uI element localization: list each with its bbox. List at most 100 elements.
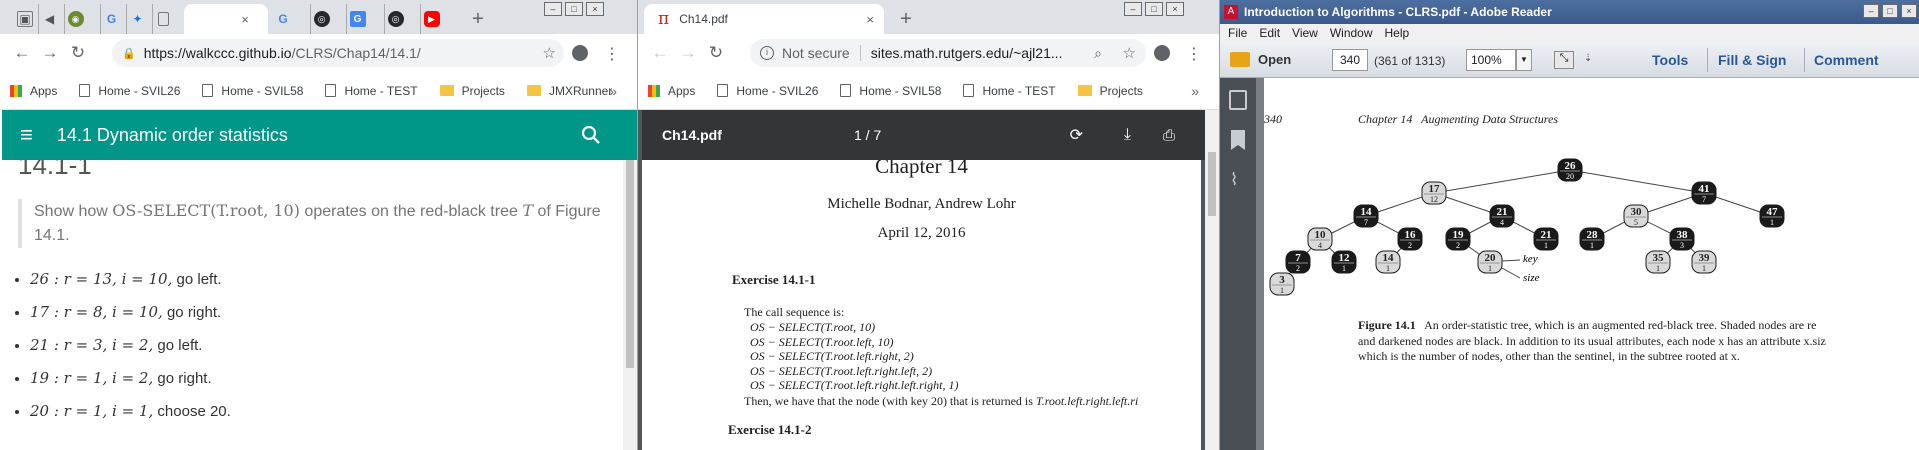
bookmark-test[interactable]: Home - TEST [963, 84, 1056, 98]
tab-2[interactable]: ◀ [38, 4, 60, 34]
tab-walkccc-active[interactable]: × [184, 4, 268, 34]
tab-8[interactable]: G [272, 4, 294, 34]
tree-node-key: 39 [1699, 252, 1711, 264]
youtube-favicon-icon: ▶ [423, 11, 440, 27]
bookmark-projects[interactable]: Projects [439, 84, 505, 98]
bookmark-test[interactable]: Home - TEST [325, 84, 418, 98]
back-arrow-icon[interactable]: ← [646, 43, 674, 63]
hamburger-menu-icon[interactable]: ≡ [20, 122, 33, 148]
address-bar[interactable]: i Not secure sites.math.rutgers.edu/~ajl… [750, 39, 1146, 67]
tab-3[interactable]: ◉ [64, 4, 86, 34]
minimize-icon[interactable]: – [1863, 4, 1879, 18]
tab-5[interactable]: ✦ [126, 4, 148, 34]
menu-view[interactable]: View [1292, 26, 1318, 40]
bookmark-jmxrunner[interactable]: JMXRunner [526, 84, 612, 98]
scrollbar-thumb[interactable] [1208, 152, 1216, 216]
menu-window[interactable]: Window [1330, 26, 1373, 40]
more-bookmarks-chevron[interactable]: » [609, 83, 617, 99]
minimize-icon[interactable]: – [1124, 2, 1142, 16]
bookmark-projects[interactable]: Projects [1077, 84, 1143, 98]
tree-node: 147 [1353, 204, 1379, 228]
new-tab-button[interactable]: + [894, 4, 918, 34]
page-number-input[interactable]: 340 [1332, 49, 1368, 71]
tree-node-key: 20 [1485, 252, 1497, 264]
tab-1[interactable]: ▣ [14, 4, 36, 34]
reload-icon[interactable]: ↻ [702, 43, 730, 63]
bookmark-apps[interactable]: Apps [10, 84, 57, 98]
rotate-icon[interactable]: ⟳ [1070, 125, 1083, 145]
caption-label: Figure 14.1 [1358, 318, 1416, 332]
bookmark-apps[interactable]: Apps [648, 84, 695, 98]
info-icon[interactable]: i [760, 46, 774, 60]
authors: Michelle Bodnar, Andrew Lohr [827, 196, 1016, 212]
menu-dots-icon[interactable]: ⋮ [602, 44, 622, 64]
zoom-input[interactable]: 100% [1466, 49, 1516, 71]
question-math: OS-SELECT(T.root, 10) [112, 201, 300, 220]
tree-node-size: 7 [1364, 218, 1368, 227]
tab-ch14-pdf[interactable]: π Ch14.pdf × [644, 4, 884, 34]
paperclip-icon[interactable]: ⌇ [1230, 170, 1238, 190]
page-scrollbar[interactable] [623, 160, 637, 450]
tab-11[interactable]: ◎ [384, 4, 406, 34]
fill-sign-button[interactable]: Fill & Sign [1718, 52, 1786, 68]
exercise-2-heading: Exercise 14.1-2 [728, 422, 812, 437]
tab-4[interactable]: G [100, 4, 122, 34]
new-tab-button[interactable]: + [466, 4, 490, 34]
browser-toolbar: ← → ↻ 🔒 https://walkccc.github.io/CLRS/C… [0, 34, 637, 72]
pi-favicon-icon: π [658, 9, 670, 29]
close-window-icon[interactable]: × [1901, 4, 1917, 18]
bookmark-svil58[interactable]: Home - SVIL58 [840, 84, 941, 98]
apps-icon [648, 84, 660, 97]
download-icon[interactable]: ⤓ [1124, 126, 1131, 144]
bookmark-svil58[interactable]: Home - SVIL58 [202, 84, 303, 98]
page-thumbnails-icon[interactable] [1229, 90, 1247, 110]
result-line: Then, we have that the node (with key 20… [744, 394, 1138, 409]
tab-10[interactable]: G [346, 4, 368, 34]
maximize-icon[interactable]: □ [1145, 2, 1163, 16]
profile-avatar[interactable] [1154, 45, 1170, 61]
bookmark-svil26[interactable]: Home - SVIL26 [717, 84, 818, 98]
forward-arrow-icon[interactable]: → [674, 43, 702, 63]
tab-close-icon[interactable]: × [241, 12, 249, 27]
fit-page-icon[interactable]: ⤡ [1554, 51, 1574, 69]
maximize-icon[interactable]: □ [565, 2, 583, 16]
menu-dots-icon[interactable]: ⋮ [1184, 44, 1204, 64]
address-bar[interactable]: 🔒 https://walkccc.github.io/CLRS/Chap14/… [112, 39, 564, 67]
back-arrow-icon[interactable]: ← [8, 43, 36, 63]
reload-icon[interactable]: ↻ [64, 43, 92, 63]
comment-button[interactable]: Comment [1814, 52, 1879, 68]
toolbar-overflow-icon[interactable]: ⇣ [1584, 53, 1592, 64]
bookmark-icon[interactable] [1231, 130, 1245, 150]
tree-node: 31 [1269, 272, 1295, 296]
minimize-icon[interactable]: – [544, 2, 562, 16]
pdf-scrollbar[interactable] [1205, 110, 1219, 450]
search-icon[interactable] [581, 125, 601, 145]
forward-arrow-icon[interactable]: → [36, 43, 64, 63]
open-button[interactable]: Open [1230, 52, 1291, 67]
menu-edit[interactable]: Edit [1259, 26, 1280, 40]
tools-button[interactable]: Tools [1652, 52, 1688, 68]
zoom-dropdown-icon[interactable]: ▼ [1516, 49, 1532, 71]
tree-node: 391 [1691, 250, 1717, 274]
tab-close-icon[interactable]: × [866, 12, 874, 27]
close-window-icon[interactable]: × [586, 2, 604, 16]
star-icon[interactable]: ☆ [543, 44, 556, 62]
tab-6[interactable] [152, 4, 174, 34]
scrollbar-thumb[interactable] [626, 160, 634, 368]
profile-avatar[interactable] [572, 45, 588, 61]
pdf-page: Chapter 14 Michelle Bodnar, Andrew Lohr … [642, 150, 1201, 450]
menu-file[interactable]: File [1228, 26, 1247, 40]
maximize-icon[interactable]: □ [1882, 4, 1898, 18]
tree-node-key: 3 [1279, 274, 1285, 286]
zoom-search-icon[interactable]: ⌕ [1094, 45, 1102, 62]
tree-node-key: 16 [1405, 229, 1417, 241]
more-bookmarks-chevron[interactable]: » [1191, 83, 1199, 99]
tab-9[interactable]: ◎ [310, 4, 332, 34]
tab-12[interactable]: ▶ [420, 4, 442, 34]
bookmark-svil26[interactable]: Home - SVIL26 [79, 84, 180, 98]
close-window-icon[interactable]: × [1166, 2, 1184, 16]
tab-strip: π Ch14.pdf × + – □ × [638, 0, 1219, 34]
print-icon[interactable]: ⎙ [1163, 127, 1175, 144]
star-icon[interactable]: ☆ [1123, 44, 1136, 62]
menu-help[interactable]: Help [1385, 26, 1410, 40]
